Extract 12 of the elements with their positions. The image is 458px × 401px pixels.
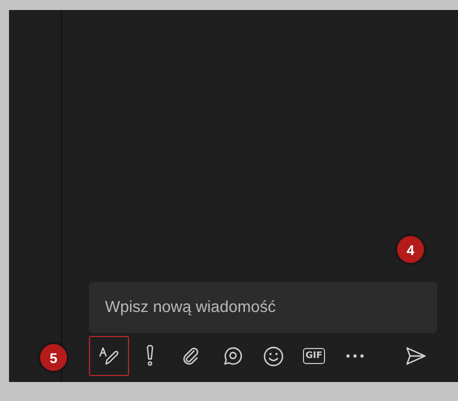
callout-badge: 5 [40, 344, 67, 371]
message-field[interactable]: Wpisz nową wiadomość [89, 282, 437, 333]
callout-badge: 4 [397, 236, 424, 263]
send-icon [405, 346, 427, 366]
gif-button[interactable]: GIF [294, 336, 334, 376]
smiley-icon [262, 346, 284, 366]
paperclip-icon [181, 346, 201, 366]
format-button[interactable] [89, 336, 129, 376]
exclamation-icon [144, 345, 156, 367]
chat-bubble-icon [222, 346, 242, 366]
more-icon [346, 354, 364, 358]
format-pen-icon [98, 345, 120, 367]
